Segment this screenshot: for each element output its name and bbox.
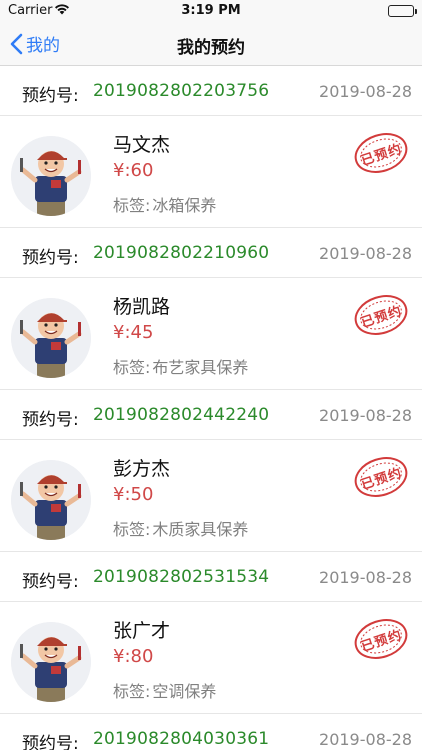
navigation-bar: 我的 我的预约 [0, 22, 422, 66]
order-number: 2019082802210960 [93, 243, 270, 263]
price: ¥:80 [113, 646, 154, 667]
booking-item[interactable]: 张广才 ¥:80 标签: 空调保养 已预约 [0, 602, 422, 714]
booking-date: 2019-08-28 [319, 244, 412, 263]
booking-header-row: 预约号: 2019082802203756 2019-08-28 [0, 66, 422, 116]
order-number: 2019082802203756 [93, 81, 270, 101]
order-number: 2019082802442240 [93, 405, 270, 425]
order-number-label: 预约号: [22, 86, 79, 106]
booked-stamp-icon: 已预约 [352, 292, 410, 338]
booking-item[interactable]: 杨凯路 ¥:45 标签: 布艺家具保养 已预约 [0, 278, 422, 390]
booked-stamp-icon: 已预约 [352, 454, 410, 500]
service-tag: 标签: 冰箱保养 [113, 192, 216, 216]
order-number: 2019082802531534 [93, 567, 270, 587]
booking-item[interactable]: 彭方杰 ¥:50 标签: 木质家具保养 已预约 [0, 440, 422, 552]
tag-label: 标签: [113, 520, 151, 539]
booking-date: 2019-08-28 [319, 82, 412, 101]
booking-list[interactable]: 预约号: 2019082802203756 2019-08-28 马文杰 ¥:60 标签… [0, 66, 422, 750]
tag-label: 标签: [113, 682, 151, 701]
tag-value: 冰箱保养 [152, 196, 217, 215]
price: ¥:60 [113, 160, 154, 181]
page-title: 我的预约 [177, 38, 245, 58]
service-tag: 标签: 木质家具保养 [113, 516, 248, 540]
booking-header-row: 预约号: 2019082802210960 2019-08-28 [0, 228, 422, 278]
tag-value: 空调保养 [152, 682, 217, 701]
price: ¥:45 [113, 322, 154, 343]
technician-name: 马文杰 [113, 134, 171, 156]
tag-value: 布艺家具保养 [152, 358, 249, 377]
technician-avatar [11, 136, 91, 216]
technician-avatar [11, 298, 91, 378]
booking-header-row: 预约号: 2019082802442240 2019-08-28 [0, 390, 422, 440]
order-number-label: 预约号: [22, 572, 79, 592]
technician-name: 杨凯路 [113, 296, 171, 318]
status-bar: Carrier 3:19 PM [0, 0, 422, 22]
booking-date: 2019-08-28 [319, 406, 412, 425]
price: ¥:50 [113, 484, 154, 505]
technician-name: 张广才 [113, 620, 171, 642]
tag-value: 木质家具保养 [152, 520, 249, 539]
tag-label: 标签: [113, 358, 151, 377]
booked-stamp-icon: 已预约 [352, 130, 410, 176]
booking-item[interactable]: 马文杰 ¥:60 标签: 冰箱保养 已预约 [0, 116, 422, 228]
clock: 3:19 PM [181, 3, 241, 18]
service-tag: 标签: 布艺家具保养 [113, 354, 248, 378]
technician-avatar [11, 622, 91, 702]
order-number-label: 预约号: [22, 248, 79, 268]
technician-avatar [11, 460, 91, 540]
booking-header-row: 预约号: 2019082804030361 2019-08-28 [0, 714, 422, 750]
order-number-label: 预约号: [22, 410, 79, 430]
service-tag: 标签: 空调保养 [113, 678, 216, 702]
booking-date: 2019-08-28 [319, 730, 412, 749]
booking-date: 2019-08-28 [319, 568, 412, 587]
booking-header-row: 预约号: 2019082802531534 2019-08-28 [0, 552, 422, 602]
technician-name: 彭方杰 [113, 458, 171, 480]
tag-label: 标签: [113, 196, 151, 215]
battery-icon [388, 5, 417, 17]
order-number: 2019082804030361 [93, 729, 270, 749]
order-number-label: 预约号: [22, 734, 79, 750]
booked-stamp-icon: 已预约 [352, 616, 410, 662]
